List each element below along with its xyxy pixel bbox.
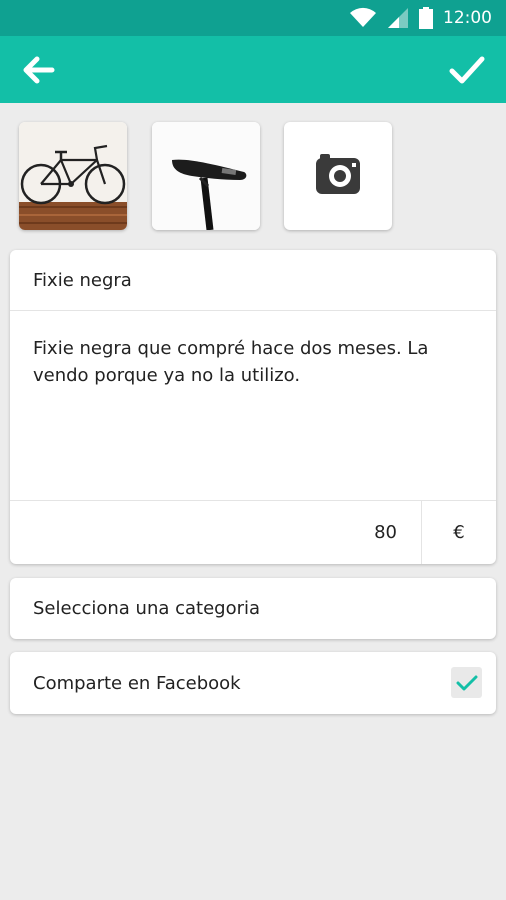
currency-selector[interactable]: € <box>422 501 496 564</box>
category-selector[interactable]: Selecciona una categoria <box>10 578 496 639</box>
category-label: Selecciona una categoria <box>33 598 261 619</box>
bicycle-photo[interactable] <box>19 122 127 230</box>
arrow-left-icon[interactable] <box>18 50 58 90</box>
share-facebook-checkbox[interactable] <box>451 667 482 698</box>
signal-icon <box>387 7 409 29</box>
checkmark-icon <box>456 675 477 690</box>
battery-icon <box>419 7 433 29</box>
checkmark-icon[interactable] <box>448 50 486 90</box>
share-facebook-row: Comparte en Facebook <box>10 652 496 714</box>
add-photo-camera[interactable] <box>284 122 392 230</box>
camera-icon <box>316 154 360 194</box>
clock: 12:00 <box>443 8 492 28</box>
share-facebook-label: Comparte en Facebook <box>33 672 241 694</box>
item-form-card: Fixie negra Fixie negra que compré hace … <box>10 250 496 564</box>
app-bar <box>0 36 506 103</box>
price-input[interactable]: 80 <box>10 501 422 564</box>
status-bar: 12:00 <box>0 0 506 36</box>
saddle-photo[interactable] <box>152 122 260 230</box>
title-input[interactable]: Fixie negra <box>10 250 496 311</box>
price-row: 80 € <box>10 501 496 564</box>
wifi-icon <box>349 7 377 29</box>
description-input[interactable]: Fixie negra que compré hace dos meses. L… <box>10 311 496 501</box>
